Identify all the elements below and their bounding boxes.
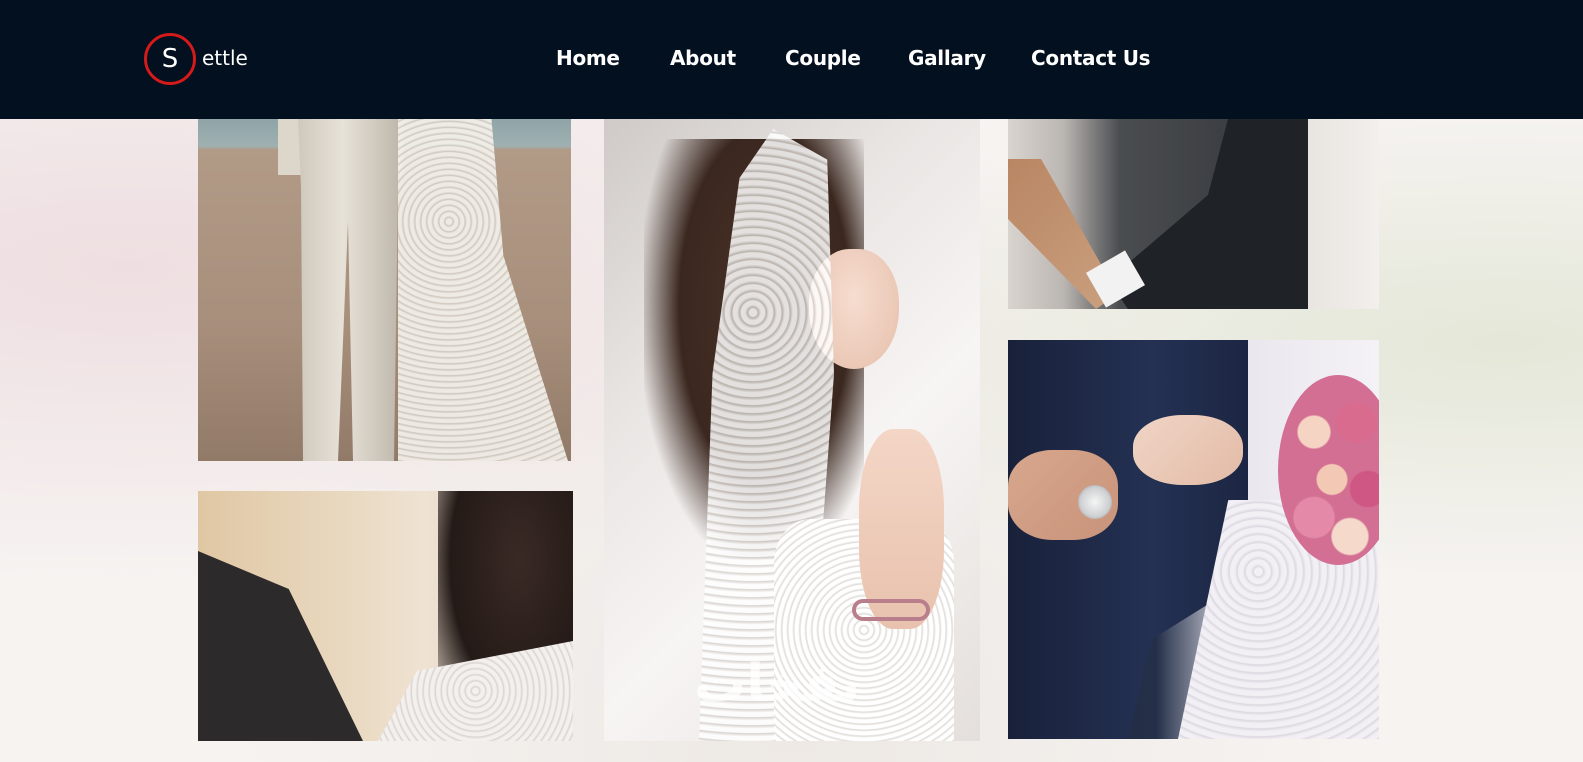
bride-hand	[1133, 415, 1243, 485]
watermark-text: نفخات	[694, 654, 861, 714]
groom-legs	[298, 119, 398, 461]
bracelet	[852, 599, 930, 621]
logo-circle-icon: S	[144, 33, 196, 85]
nav-item-home[interactable]: Home	[556, 46, 620, 70]
arm-in-arm-couple-photo[interactable]	[1008, 340, 1379, 739]
groom-hands-photo[interactable]	[1008, 119, 1379, 309]
groom-shirt	[198, 551, 363, 741]
site-logo[interactable]: S ettle	[144, 33, 248, 85]
nav-item-about[interactable]: About	[670, 46, 736, 70]
beach-couple-photo[interactable]	[198, 119, 571, 461]
wrist-watch	[1078, 485, 1112, 519]
nav-item-contact-us[interactable]: Contact Us	[1031, 46, 1151, 70]
lace-dress	[398, 119, 568, 461]
top-navbar: S ettle Home About Couple Gallary Contac…	[0, 0, 1583, 119]
bride-veil-photo[interactable]: نفخات	[604, 119, 980, 741]
kissing-couple-photo[interactable]	[198, 491, 573, 741]
nav-item-couple[interactable]: Couple	[785, 46, 861, 70]
logo-text: ettle	[202, 46, 248, 70]
nav-item-gallary[interactable]: Gallary	[908, 46, 986, 70]
logo-letter: S	[161, 44, 179, 74]
